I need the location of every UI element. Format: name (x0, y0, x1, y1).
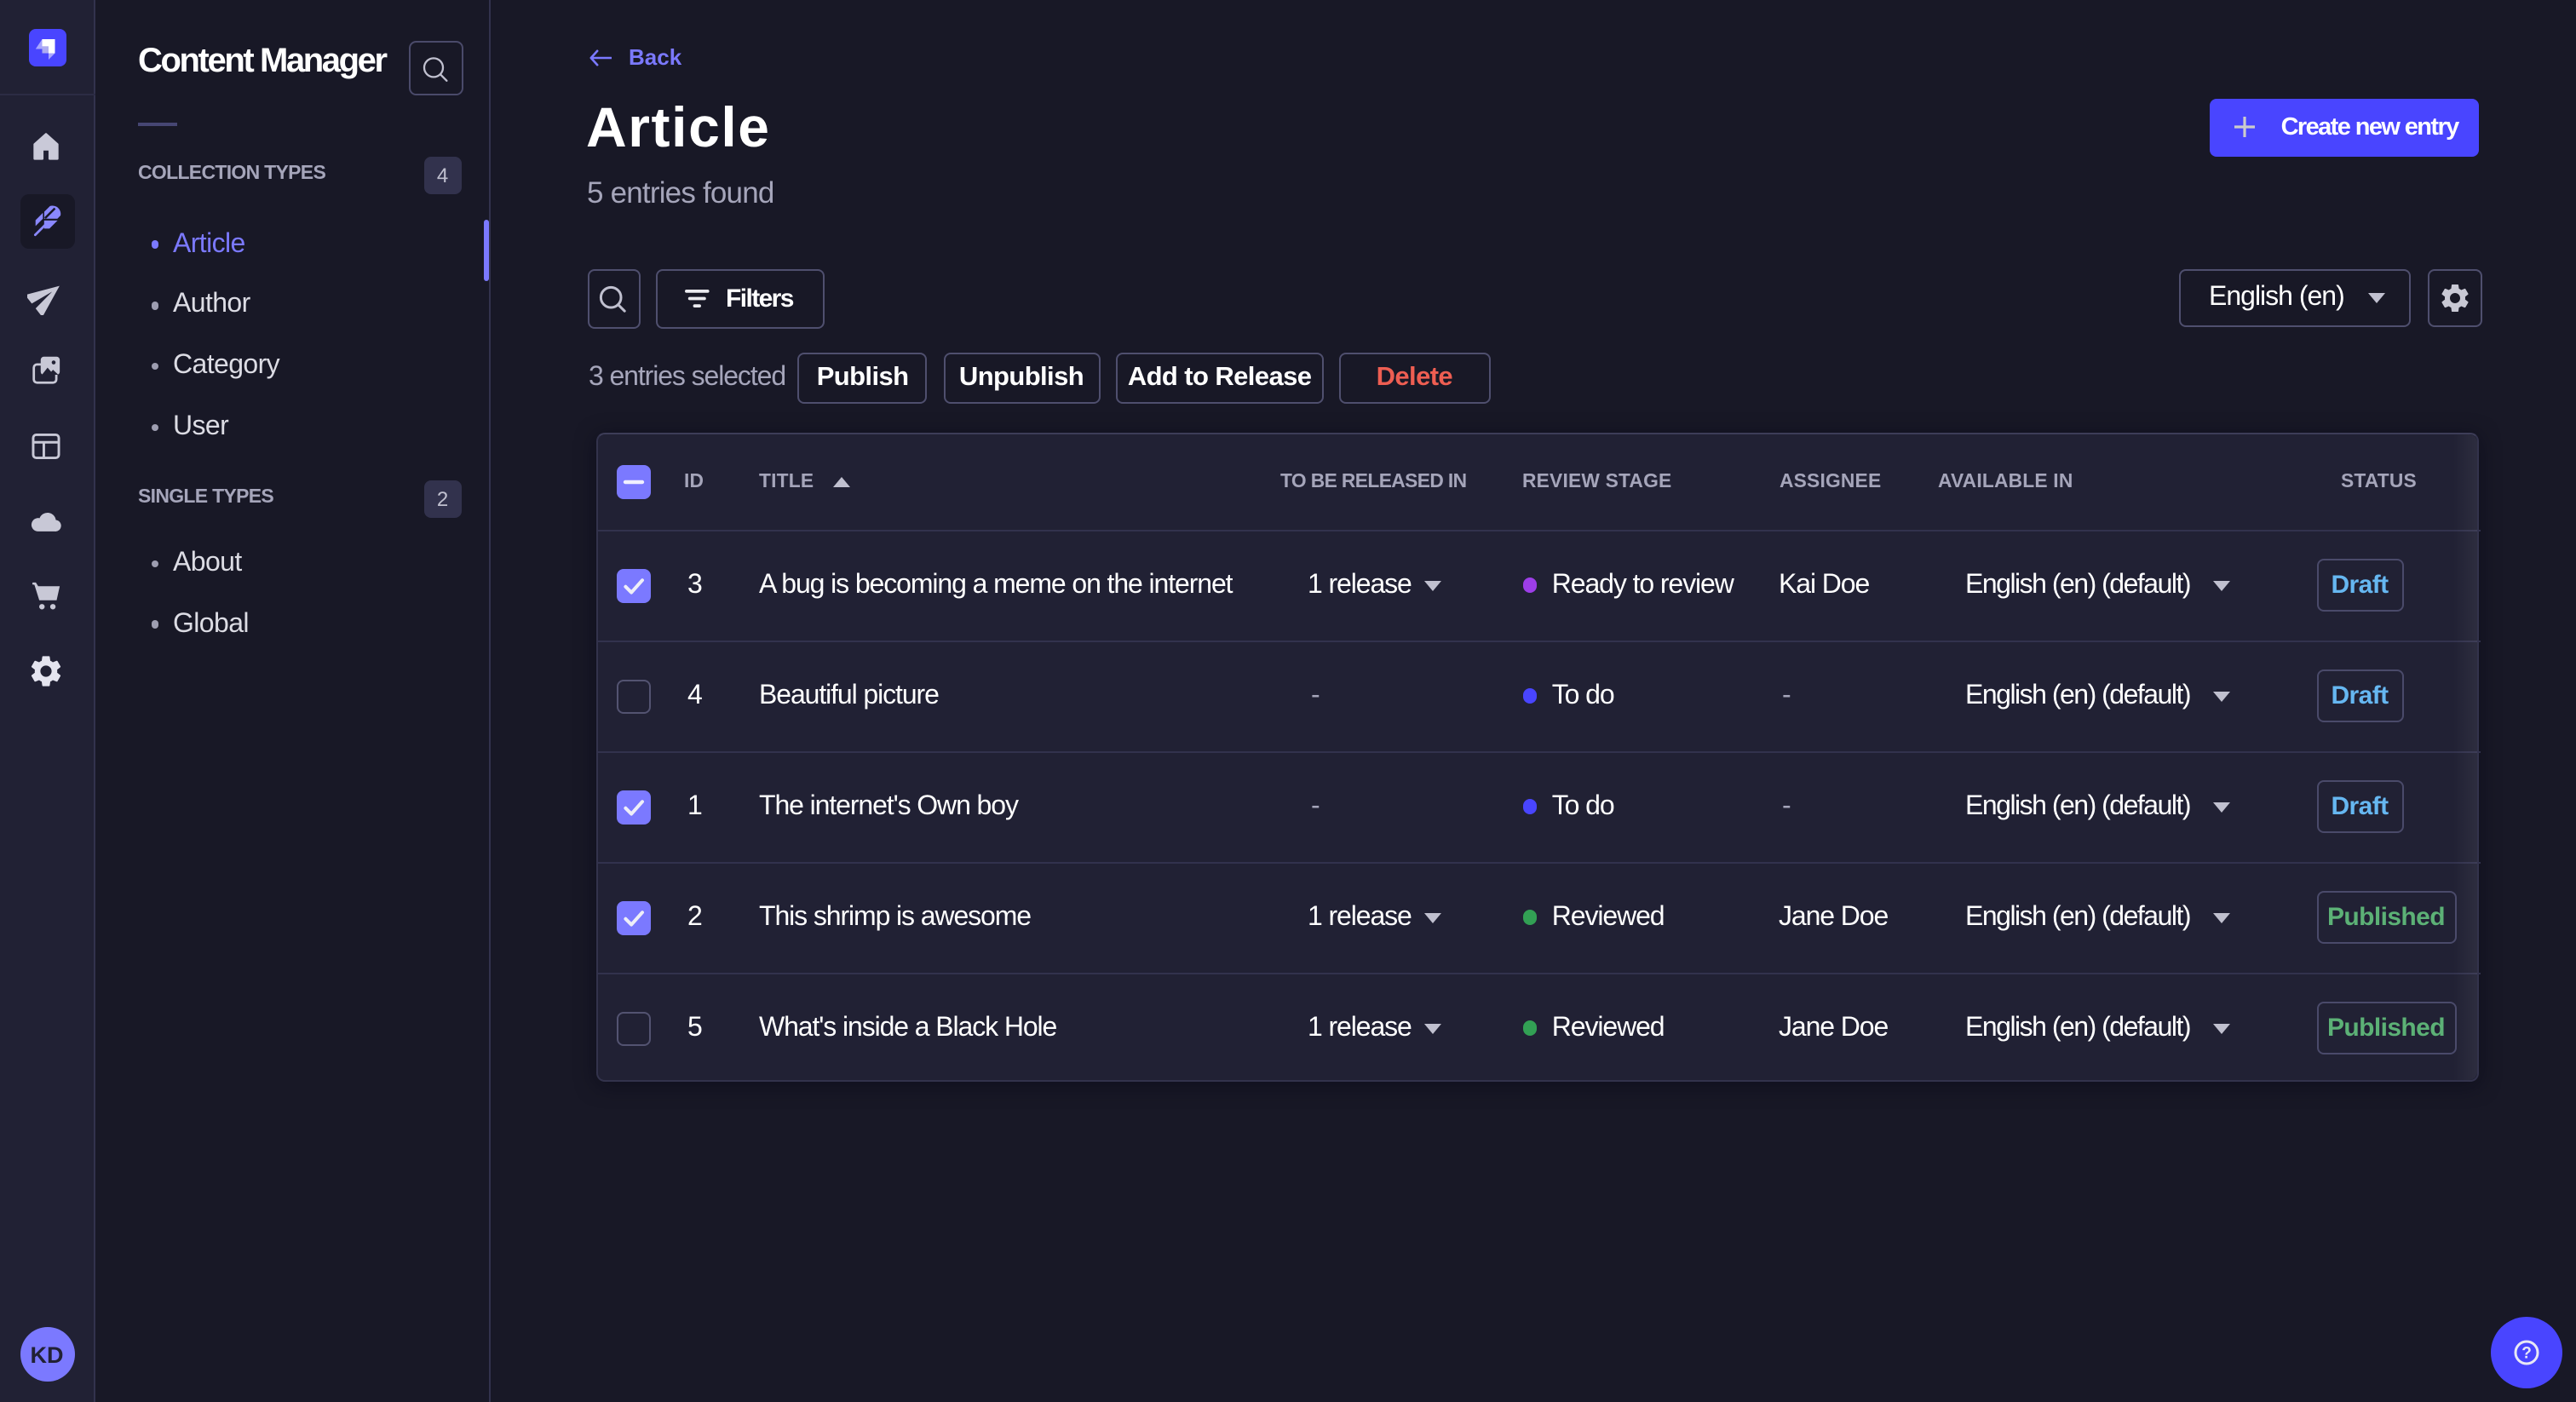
svg-text:?: ? (2521, 1344, 2532, 1362)
